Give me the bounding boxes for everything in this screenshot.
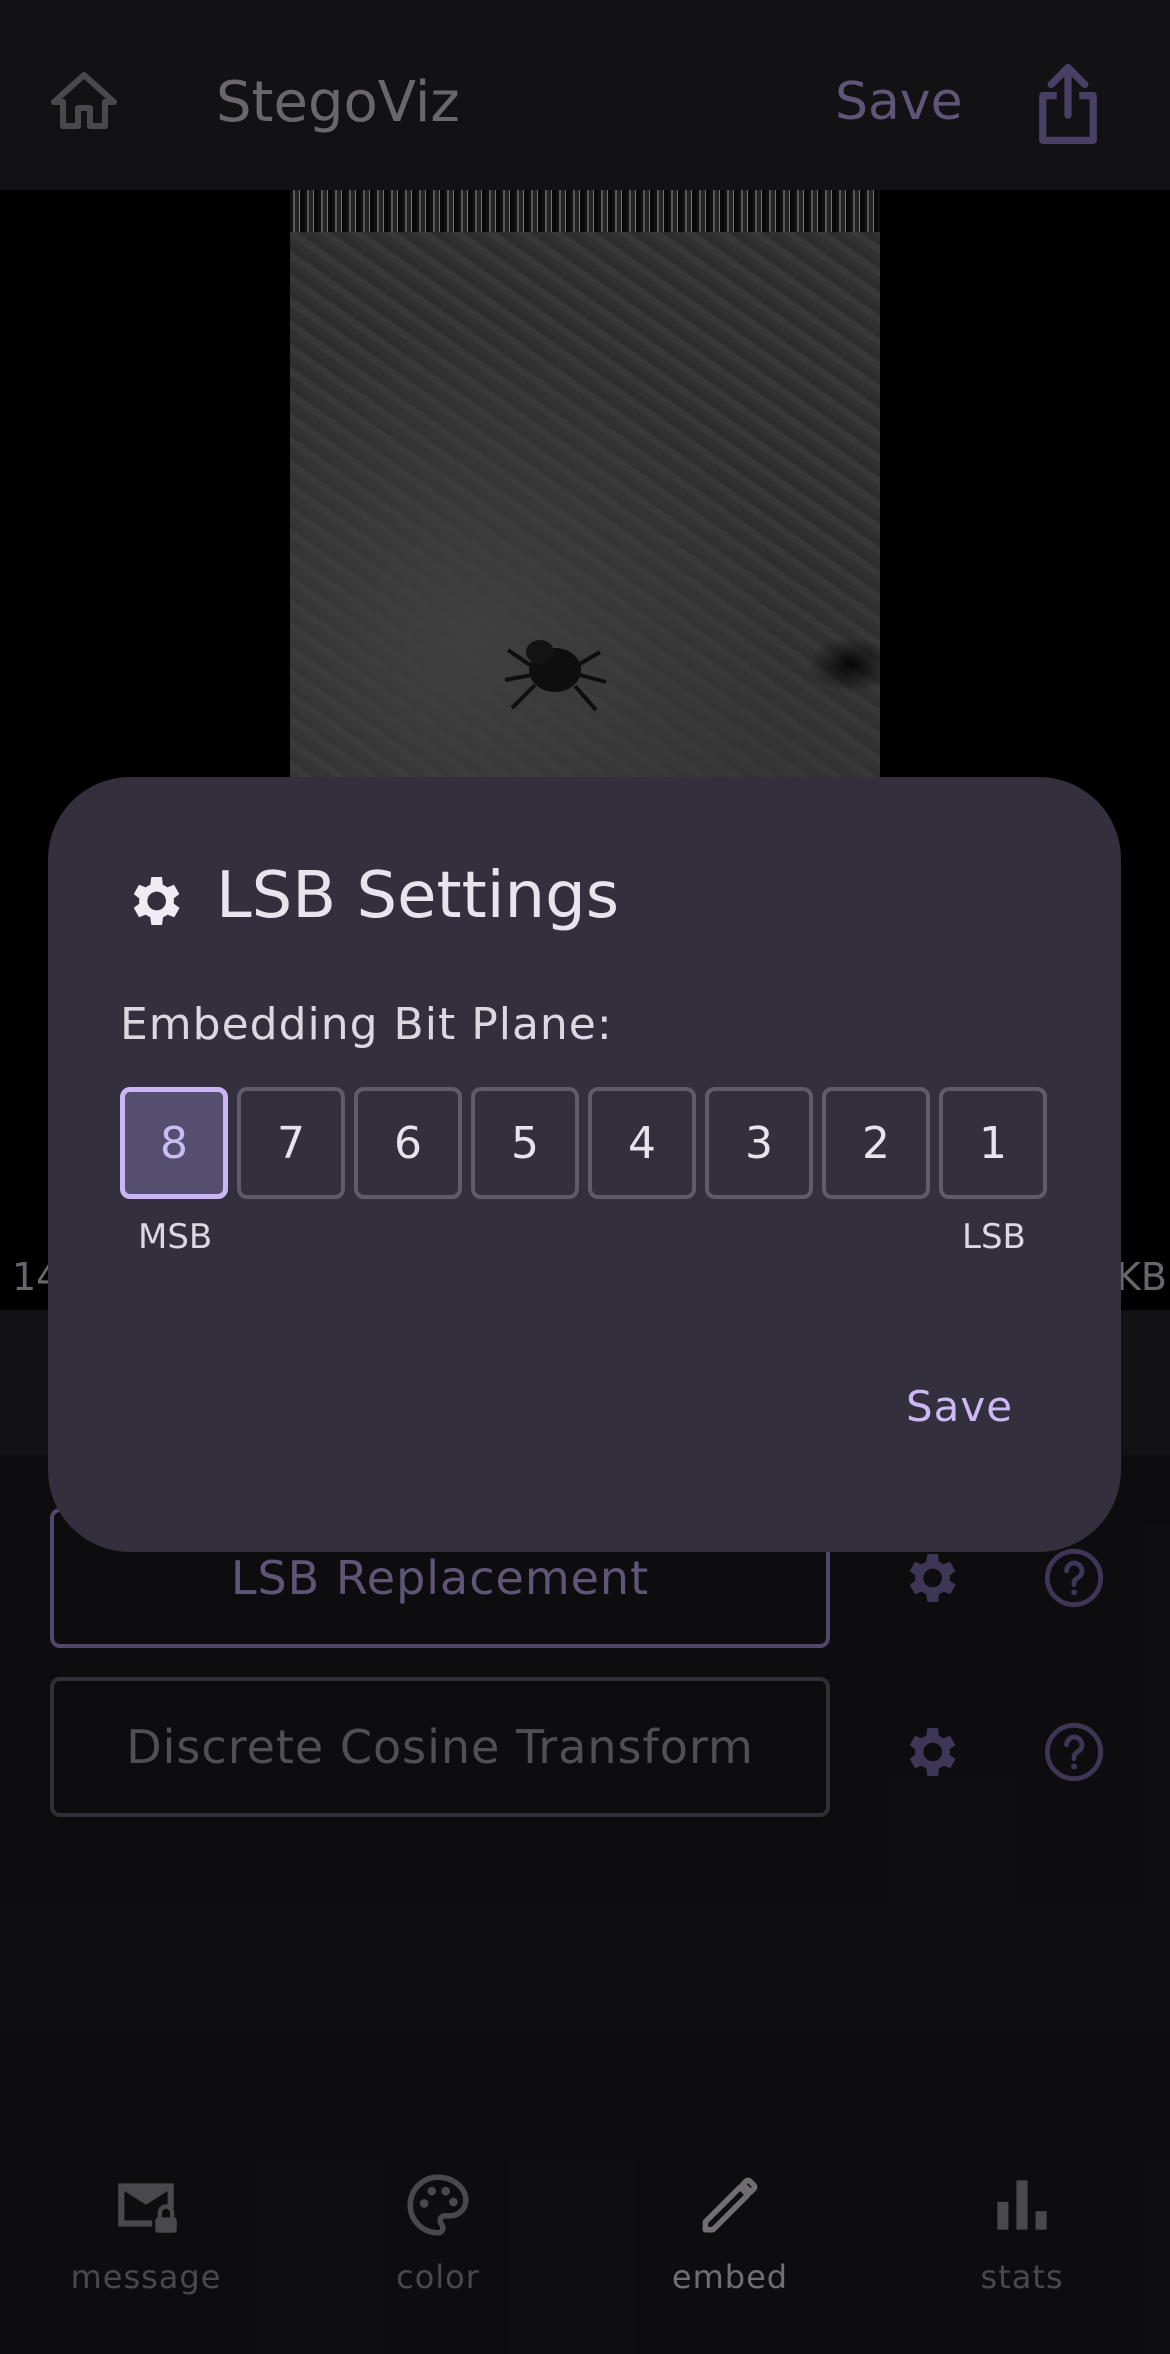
- gear-icon: [133, 877, 180, 925]
- bit-plane-4[interactable]: 4: [588, 1087, 696, 1199]
- bit-plane-6[interactable]: 6: [354, 1087, 462, 1199]
- bit-plane-selector: 8 7 6 5 4 3 2 1: [120, 1087, 1050, 1203]
- bit-plane-7[interactable]: 7: [237, 1087, 345, 1199]
- bit-plane-3[interactable]: 3: [705, 1087, 813, 1199]
- app-screen: StegoViz Save 14 KB LSB Replacement Disc…: [0, 0, 1170, 2354]
- bit-plane-1[interactable]: 1: [939, 1087, 1047, 1199]
- msb-caption: MSB: [138, 1217, 213, 1257]
- bit-plane-5[interactable]: 5: [471, 1087, 579, 1199]
- dialog-save-button[interactable]: Save: [906, 1382, 1013, 1431]
- lsb-caption: LSB: [962, 1217, 1026, 1257]
- lsb-settings-dialog: LSB Settings Embedding Bit Plane: 8 7 6 …: [48, 777, 1121, 1552]
- bit-plane-label: Embedding Bit Plane:: [120, 999, 613, 1050]
- dialog-title: LSB Settings: [216, 859, 620, 933]
- bit-plane-8[interactable]: 8: [120, 1087, 228, 1199]
- bit-plane-2[interactable]: 2: [822, 1087, 930, 1199]
